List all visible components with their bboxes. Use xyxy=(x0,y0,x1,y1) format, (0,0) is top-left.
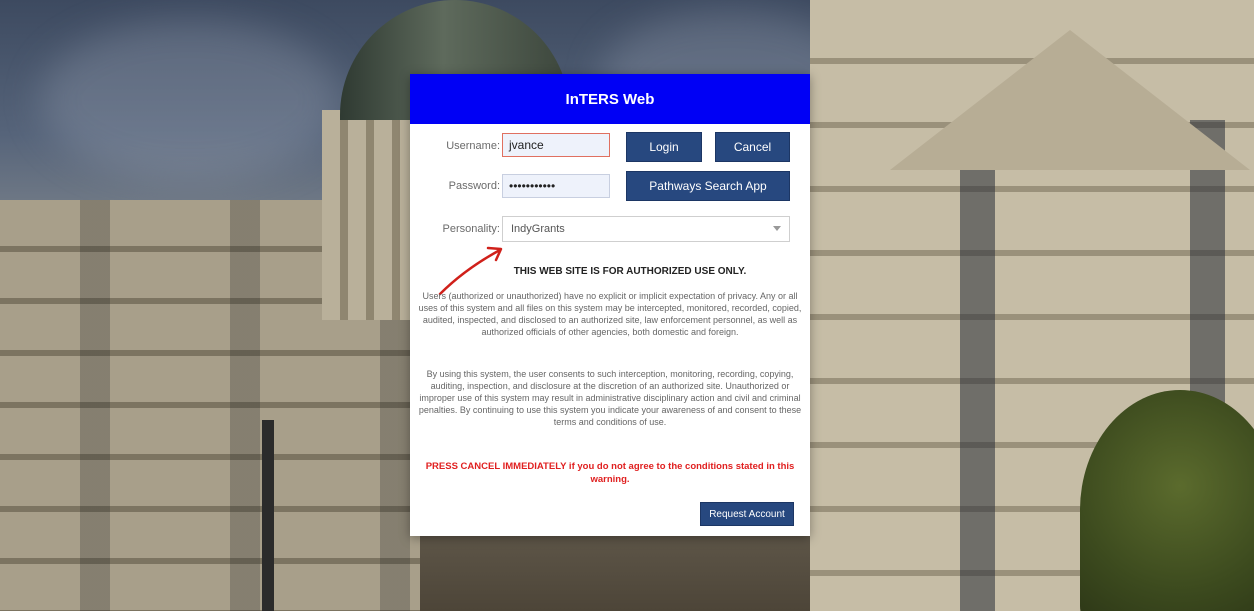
request-account-button[interactable]: Request Account xyxy=(700,502,794,526)
personality-value: IndyGrants xyxy=(511,223,565,235)
dialog-title: InTERS Web xyxy=(410,74,810,124)
pathways-search-app-button[interactable]: Pathways Search App xyxy=(626,171,790,201)
password-label: Password: xyxy=(448,180,500,192)
login-button[interactable]: Login xyxy=(626,132,702,162)
street-lamp xyxy=(262,420,274,611)
cancel-button[interactable]: Cancel xyxy=(715,132,790,162)
privacy-paragraph: Users (authorized or unauthorized) have … xyxy=(418,291,802,337)
login-dialog: InTERS Web Username: jvance Password: ••… xyxy=(410,74,810,536)
personality-label: Personality: xyxy=(442,223,500,235)
password-field[interactable]: ••••••••••• xyxy=(502,174,610,198)
username-label: Username: xyxy=(446,140,500,152)
chevron-down-icon xyxy=(773,226,781,231)
consent-paragraph: By using this system, the user consents … xyxy=(418,369,802,427)
cancel-warning: PRESS CANCEL IMMEDIATELY if you do not a… xyxy=(425,461,795,485)
username-field[interactable]: jvance xyxy=(502,133,610,157)
personality-select[interactable]: IndyGrants xyxy=(502,216,790,242)
warning-title: THIS WEB SITE IS FOR AUTHORIZED USE ONLY… xyxy=(513,266,747,277)
